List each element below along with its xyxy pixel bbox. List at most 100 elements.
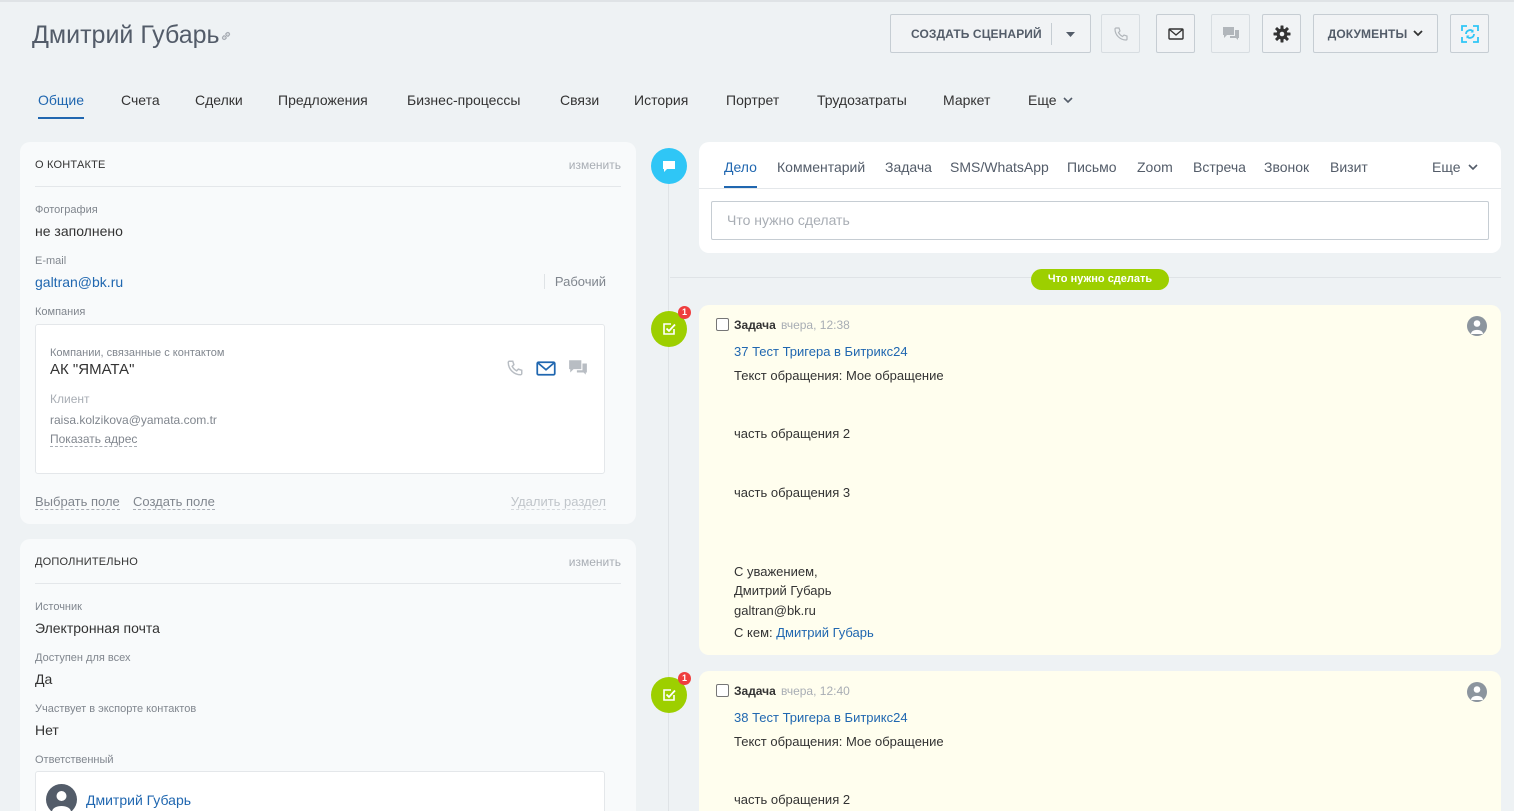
sync-button[interactable] <box>1450 14 1489 53</box>
tab-more[interactable]: Еще <box>1028 92 1073 119</box>
tab-quotes[interactable]: Предложения <box>278 92 368 119</box>
about-contact-card: О КОНТАКТЕ изменить Фотография не заполн… <box>20 142 636 524</box>
chevron-down-icon <box>1062 97 1073 104</box>
edit-link[interactable]: изменить <box>569 158 621 172</box>
task-card: Задача вчера, 12:40 38 Тест Тригера в Би… <box>699 671 1501 811</box>
task-time: вчера, 12:40 <box>781 684 850 698</box>
chat-icon <box>1222 26 1239 40</box>
composer-tab-call[interactable]: Звонок <box>1264 159 1309 175</box>
todo-section-pill: Что нужно сделать <box>1031 269 1169 290</box>
chevron-down-icon <box>1413 30 1423 37</box>
envelope-icon[interactable] <box>536 360 556 376</box>
tab-labor-costs[interactable]: Трудозатраты <box>817 92 907 119</box>
refresh-icon <box>1460 24 1479 43</box>
task-text-line: часть обращения 2 <box>734 792 851 807</box>
participant-link[interactable]: Дмитрий Губарь <box>776 625 874 640</box>
email-link[interactable]: galtran@bk.ru <box>35 274 123 290</box>
task-type: Задача <box>734 318 776 332</box>
email-label: E-mail <box>35 255 67 267</box>
chevron-down-icon[interactable] <box>1066 32 1075 37</box>
phone-icon <box>1113 26 1128 41</box>
select-field-link[interactable]: Выбрать поле <box>35 494 120 510</box>
email-type: Рабочий <box>543 274 606 289</box>
task-text-line: galtran@bk.ru <box>734 603 816 618</box>
documents-button[interactable]: ДОКУМЕНТЫ <box>1313 14 1438 53</box>
tab-relations[interactable]: Связи <box>560 92 599 119</box>
task-card: Задача вчера, 12:38 37 Тест Тригера в Би… <box>699 305 1501 655</box>
chat-button[interactable] <box>1211 14 1250 53</box>
task-participant: С кем: Дмитрий Губарь <box>734 625 874 640</box>
user-icon <box>52 791 71 811</box>
show-address-link[interactable]: Показать адрес <box>50 432 138 447</box>
user-icon <box>1471 686 1483 700</box>
timeline-composer-marker <box>651 148 687 184</box>
top-border <box>0 0 1514 2</box>
comment-icon <box>663 160 675 172</box>
source-label: Источник <box>35 601 82 613</box>
user-avatar[interactable] <box>1467 316 1487 336</box>
tab-business-processes[interactable]: Бизнес-процессы <box>407 92 520 119</box>
edit-link[interactable]: изменить <box>569 555 621 569</box>
company-email[interactable]: raisa.kolzikova@yamata.com.tr <box>50 413 217 427</box>
tab-market[interactable]: Маркет <box>943 92 990 119</box>
composer-tab-sms[interactable]: SMS/WhatsApp <box>950 159 1049 175</box>
task-complete-checkbox[interactable] <box>716 684 729 697</box>
source-value: Электронная почта <box>35 620 160 636</box>
company-label: Компания <box>35 306 86 318</box>
responsible-label: Ответственный <box>35 754 114 766</box>
page-title: Дмитрий Губарь <box>32 21 220 49</box>
tab-general[interactable]: Общие <box>38 92 85 119</box>
task-text-line: С уважением, <box>734 564 818 579</box>
task-complete-checkbox[interactable] <box>716 318 729 331</box>
company-box: Компании, связанные с контактом АК "ЯМАТ… <box>35 324 605 474</box>
public-value: Да <box>35 671 53 687</box>
todo-input[interactable]: Что нужно сделать <box>711 201 1489 240</box>
activity-composer: Дело Комментарий Задача SMS/WhatsApp Пис… <box>699 142 1501 253</box>
task-title-link[interactable]: 37 Тест Тригера в Битрикс24 <box>734 344 908 359</box>
phone-icon[interactable] <box>506 359 524 377</box>
tab-portrait[interactable]: Портрет <box>726 92 779 119</box>
avatar[interactable] <box>46 784 77 811</box>
company-type: Клиент <box>50 392 90 406</box>
composer-tab-task[interactable]: Задача <box>885 159 932 175</box>
company-actions <box>506 359 588 377</box>
user-icon <box>1471 320 1483 334</box>
link-icon[interactable] <box>220 30 232 42</box>
composer-tab-zoom[interactable]: Zoom <box>1137 159 1173 175</box>
gear-icon <box>1273 25 1290 42</box>
email-button[interactable] <box>1156 14 1195 53</box>
responsible-box: Дмитрий Губарь <box>35 771 605 811</box>
export-value: Нет <box>35 722 59 738</box>
task-text-line: Текст обращения: Мое обращение <box>734 368 944 383</box>
user-avatar[interactable] <box>1467 682 1487 702</box>
chevron-down-icon <box>1467 164 1478 171</box>
task-time: вчера, 12:38 <box>781 318 850 332</box>
responsible-name[interactable]: Дмитрий Губарь <box>86 792 191 808</box>
call-button[interactable] <box>1101 14 1140 53</box>
task-check-icon <box>663 323 676 335</box>
delete-section-link[interactable]: Удалить раздел <box>510 494 606 510</box>
composer-more-label: Еще <box>1432 159 1461 175</box>
composer-tab-comment[interactable]: Комментарий <box>777 159 865 175</box>
tab-history[interactable]: История <box>634 92 688 119</box>
composer-tab-meeting[interactable]: Встреча <box>1193 159 1246 175</box>
tab-invoices[interactable]: Счета <box>121 92 160 119</box>
create-scenario-button[interactable]: СОЗДАТЬ СЦЕНАРИЙ <box>890 14 1091 53</box>
composer-tab-activity[interactable]: Дело <box>724 159 757 175</box>
photo-value: не заполнено <box>35 223 123 239</box>
envelope-icon <box>1167 27 1184 40</box>
settings-button[interactable] <box>1262 14 1301 53</box>
tab-deals[interactable]: Сделки <box>195 92 243 119</box>
task-check-icon <box>663 689 676 701</box>
task-text-line: Дмитрий Губарь <box>734 583 832 598</box>
counter-badge: 1 <box>678 672 691 685</box>
composer-tab-more[interactable]: Еще <box>1432 159 1478 175</box>
composer-tab-email[interactable]: Письмо <box>1067 159 1117 175</box>
photo-label: Фотография <box>35 204 98 216</box>
composer-tab-visit[interactable]: Визит <box>1330 159 1368 175</box>
chat-icon[interactable] <box>568 359 588 377</box>
create-field-link[interactable]: Создать поле <box>133 494 215 510</box>
task-type: Задача <box>734 684 776 698</box>
task-title-link[interactable]: 38 Тест Тригера в Битрикс24 <box>734 710 908 725</box>
company-name[interactable]: АК "ЯМАТА" <box>50 361 134 378</box>
